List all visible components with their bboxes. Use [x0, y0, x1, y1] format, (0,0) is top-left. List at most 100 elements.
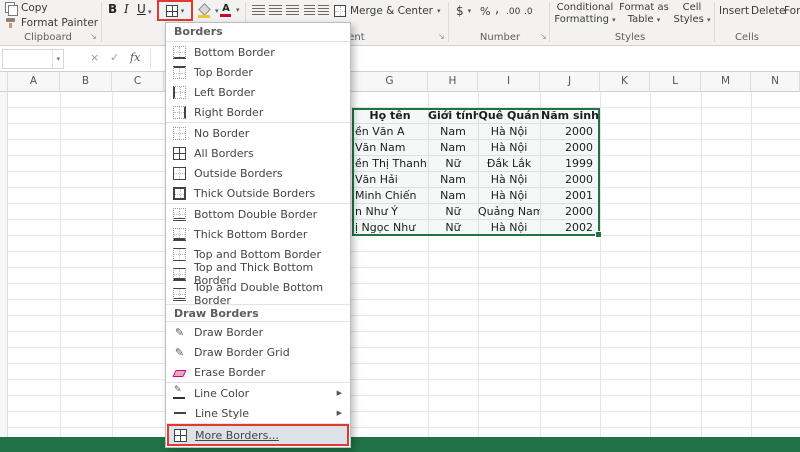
format-as-table-label-2: Table [627, 14, 654, 25]
column-header-g[interactable]: G [352, 72, 428, 92]
menu-item-all-borders[interactable]: All Borders [166, 143, 350, 163]
cancel-icon[interactable]: × [90, 51, 99, 64]
column-header-n[interactable]: N [751, 72, 800, 92]
menu-item-bottom-double-border[interactable]: Bottom Double Border [166, 204, 350, 224]
menu-item-more-borders[interactable]: More Borders... [167, 424, 349, 446]
sheet-grid[interactable]: Họ tên Giới tính Quê Quán Năm sinh ền Vă… [0, 92, 800, 437]
bold-button[interactable]: B [108, 2, 117, 16]
more-borders-icon [174, 428, 187, 442]
excel-window: Copy Format Painter Clipboard ↘ B I U ▾ … [0, 0, 800, 452]
cell-styles-label-1: Cell [682, 2, 702, 13]
clipboard-dialog-launcher[interactable]: ↘ [90, 33, 97, 41]
draw-border-grid-pencil-icon: ✎ [174, 345, 185, 359]
delete-button[interactable]: Delete [751, 3, 786, 19]
column-header-row: A B C G H I J K L M N [0, 72, 800, 92]
gridline [600, 92, 601, 437]
percent-format-button[interactable]: % [480, 3, 490, 19]
menu-item-label: Bottom Border [194, 45, 275, 59]
menu-item-outside-borders[interactable]: Outside Borders [166, 163, 350, 183]
menu-item-right-border[interactable]: Right Border [166, 102, 350, 122]
increase-indent-icon[interactable] [318, 5, 329, 15]
merge-center-button[interactable]: Merge & Center ▾ [334, 3, 441, 19]
copy-button[interactable]: Copy [5, 0, 48, 16]
select-all-corner[interactable] [0, 72, 8, 92]
font-color-dropdown-arrow: ▾ [236, 6, 240, 14]
decrease-decimal-label: .0 [524, 7, 533, 17]
menu-item-label: Bottom Double Border [194, 207, 318, 221]
conditional-formatting-button[interactable]: Conditional Formatting ▾ [554, 2, 616, 26]
comma-format-button[interactable]: , [495, 1, 499, 17]
menu-item-draw-border[interactable]: ✎ Draw Border [166, 322, 350, 342]
status-bar [0, 437, 800, 452]
menu-item-thick-outside-borders[interactable]: Thick Outside Borders [166, 183, 350, 203]
menu-item-label: Outside Borders [194, 166, 283, 180]
decrease-decimal-button[interactable]: .0 [524, 4, 533, 20]
alignment-dialog-launcher[interactable]: ↘ [438, 33, 445, 41]
font-color-button[interactable]: A ▾ [220, 2, 240, 18]
menu-item-left-border[interactable]: Left Border [166, 82, 350, 102]
underline-dropdown-arrow[interactable]: ▾ [148, 8, 152, 16]
top-border-icon [173, 65, 186, 79]
decrease-indent-icon[interactable] [304, 5, 315, 15]
formula-bar: ▾ × ✓ fx [0, 46, 800, 72]
italic-button[interactable]: I [124, 2, 129, 16]
top-and-double-bottom-border-icon [173, 287, 186, 301]
column-header-c[interactable]: C [112, 72, 164, 92]
menu-item-label: Right Border [194, 105, 264, 119]
merge-center-icon [334, 5, 346, 17]
column-header-k[interactable]: K [600, 72, 650, 92]
column-header-l[interactable]: L [650, 72, 701, 92]
menu-item-bottom-border[interactable]: Bottom Border [166, 42, 350, 62]
name-box-dropdown-arrow[interactable]: ▾ [52, 50, 63, 68]
format-as-table-dropdown-arrow: ▾ [656, 16, 661, 24]
format-button[interactable]: Format [784, 3, 800, 19]
number-dialog-launcher[interactable]: ↘ [540, 33, 547, 41]
enter-icon[interactable]: ✓ [110, 51, 119, 64]
menu-item-top-border[interactable]: Top Border [166, 62, 350, 82]
number-group-label: Number [479, 32, 521, 43]
group-separator [714, 2, 715, 42]
format-as-table-button[interactable]: Format as Table ▾ [618, 2, 670, 26]
column-header-h[interactable]: H [428, 72, 478, 92]
menu-item-erase-border[interactable]: Erase Border [166, 362, 350, 382]
borders-button[interactable]: ▾ [157, 0, 193, 21]
currency-label: $ [456, 4, 464, 18]
fill-color-button[interactable]: ▾ [198, 3, 219, 19]
column-header-j[interactable]: J [540, 72, 600, 92]
format-painter-button[interactable]: Format Painter [5, 15, 98, 31]
align-center-icon[interactable] [269, 5, 282, 15]
comma-label: , [495, 1, 500, 17]
menu-item-label: All Borders [194, 146, 254, 160]
menu-item-label: Draw Border Grid [194, 345, 290, 359]
top-and-thick-bottom-border-icon [173, 267, 186, 281]
insert-function-icon[interactable]: fx [130, 51, 140, 64]
right-border-icon [173, 105, 186, 119]
column-header-b[interactable]: B [60, 72, 112, 92]
cell-styles-button[interactable]: Cell Styles ▾ [672, 2, 712, 26]
menu-item-line-style[interactable]: Line Style ▶ [166, 403, 350, 423]
increase-decimal-button[interactable]: .00 [506, 4, 520, 20]
currency-format-button[interactable]: $ ▾ [456, 3, 471, 19]
menu-item-draw-border-grid[interactable]: ✎ Draw Border Grid [166, 342, 350, 362]
menu-item-label: Top and Bottom Border [194, 247, 321, 261]
align-left-icon[interactable] [252, 5, 265, 15]
menu-item-no-border[interactable]: No Border [166, 123, 350, 143]
insert-button[interactable]: Insert [719, 3, 749, 19]
align-right-icon[interactable] [286, 5, 299, 15]
column-header-a[interactable]: A [8, 72, 60, 92]
borders-dropdown-menu: Borders Bottom Border Top Border Left Bo… [165, 22, 351, 448]
currency-dropdown-arrow: ▾ [467, 7, 472, 15]
menu-item-thick-bottom-border[interactable]: Thick Bottom Border [166, 224, 350, 244]
menu-item-label: More Borders... [195, 428, 279, 442]
underline-button[interactable]: U [137, 2, 146, 16]
bottom-border-icon [173, 45, 186, 59]
gridline [751, 92, 752, 437]
no-border-icon [173, 126, 186, 140]
format-as-table-label-1: Format as [619, 2, 669, 13]
format-painter-icon [5, 17, 17, 29]
menu-item-top-and-double-bottom-border[interactable]: Top and Double Bottom Border [166, 281, 350, 307]
name-box[interactable]: ▾ [2, 49, 64, 69]
menu-item-line-color[interactable]: Line Color ▶ [166, 383, 350, 403]
column-header-m[interactable]: M [701, 72, 751, 92]
column-header-i[interactable]: I [478, 72, 540, 92]
